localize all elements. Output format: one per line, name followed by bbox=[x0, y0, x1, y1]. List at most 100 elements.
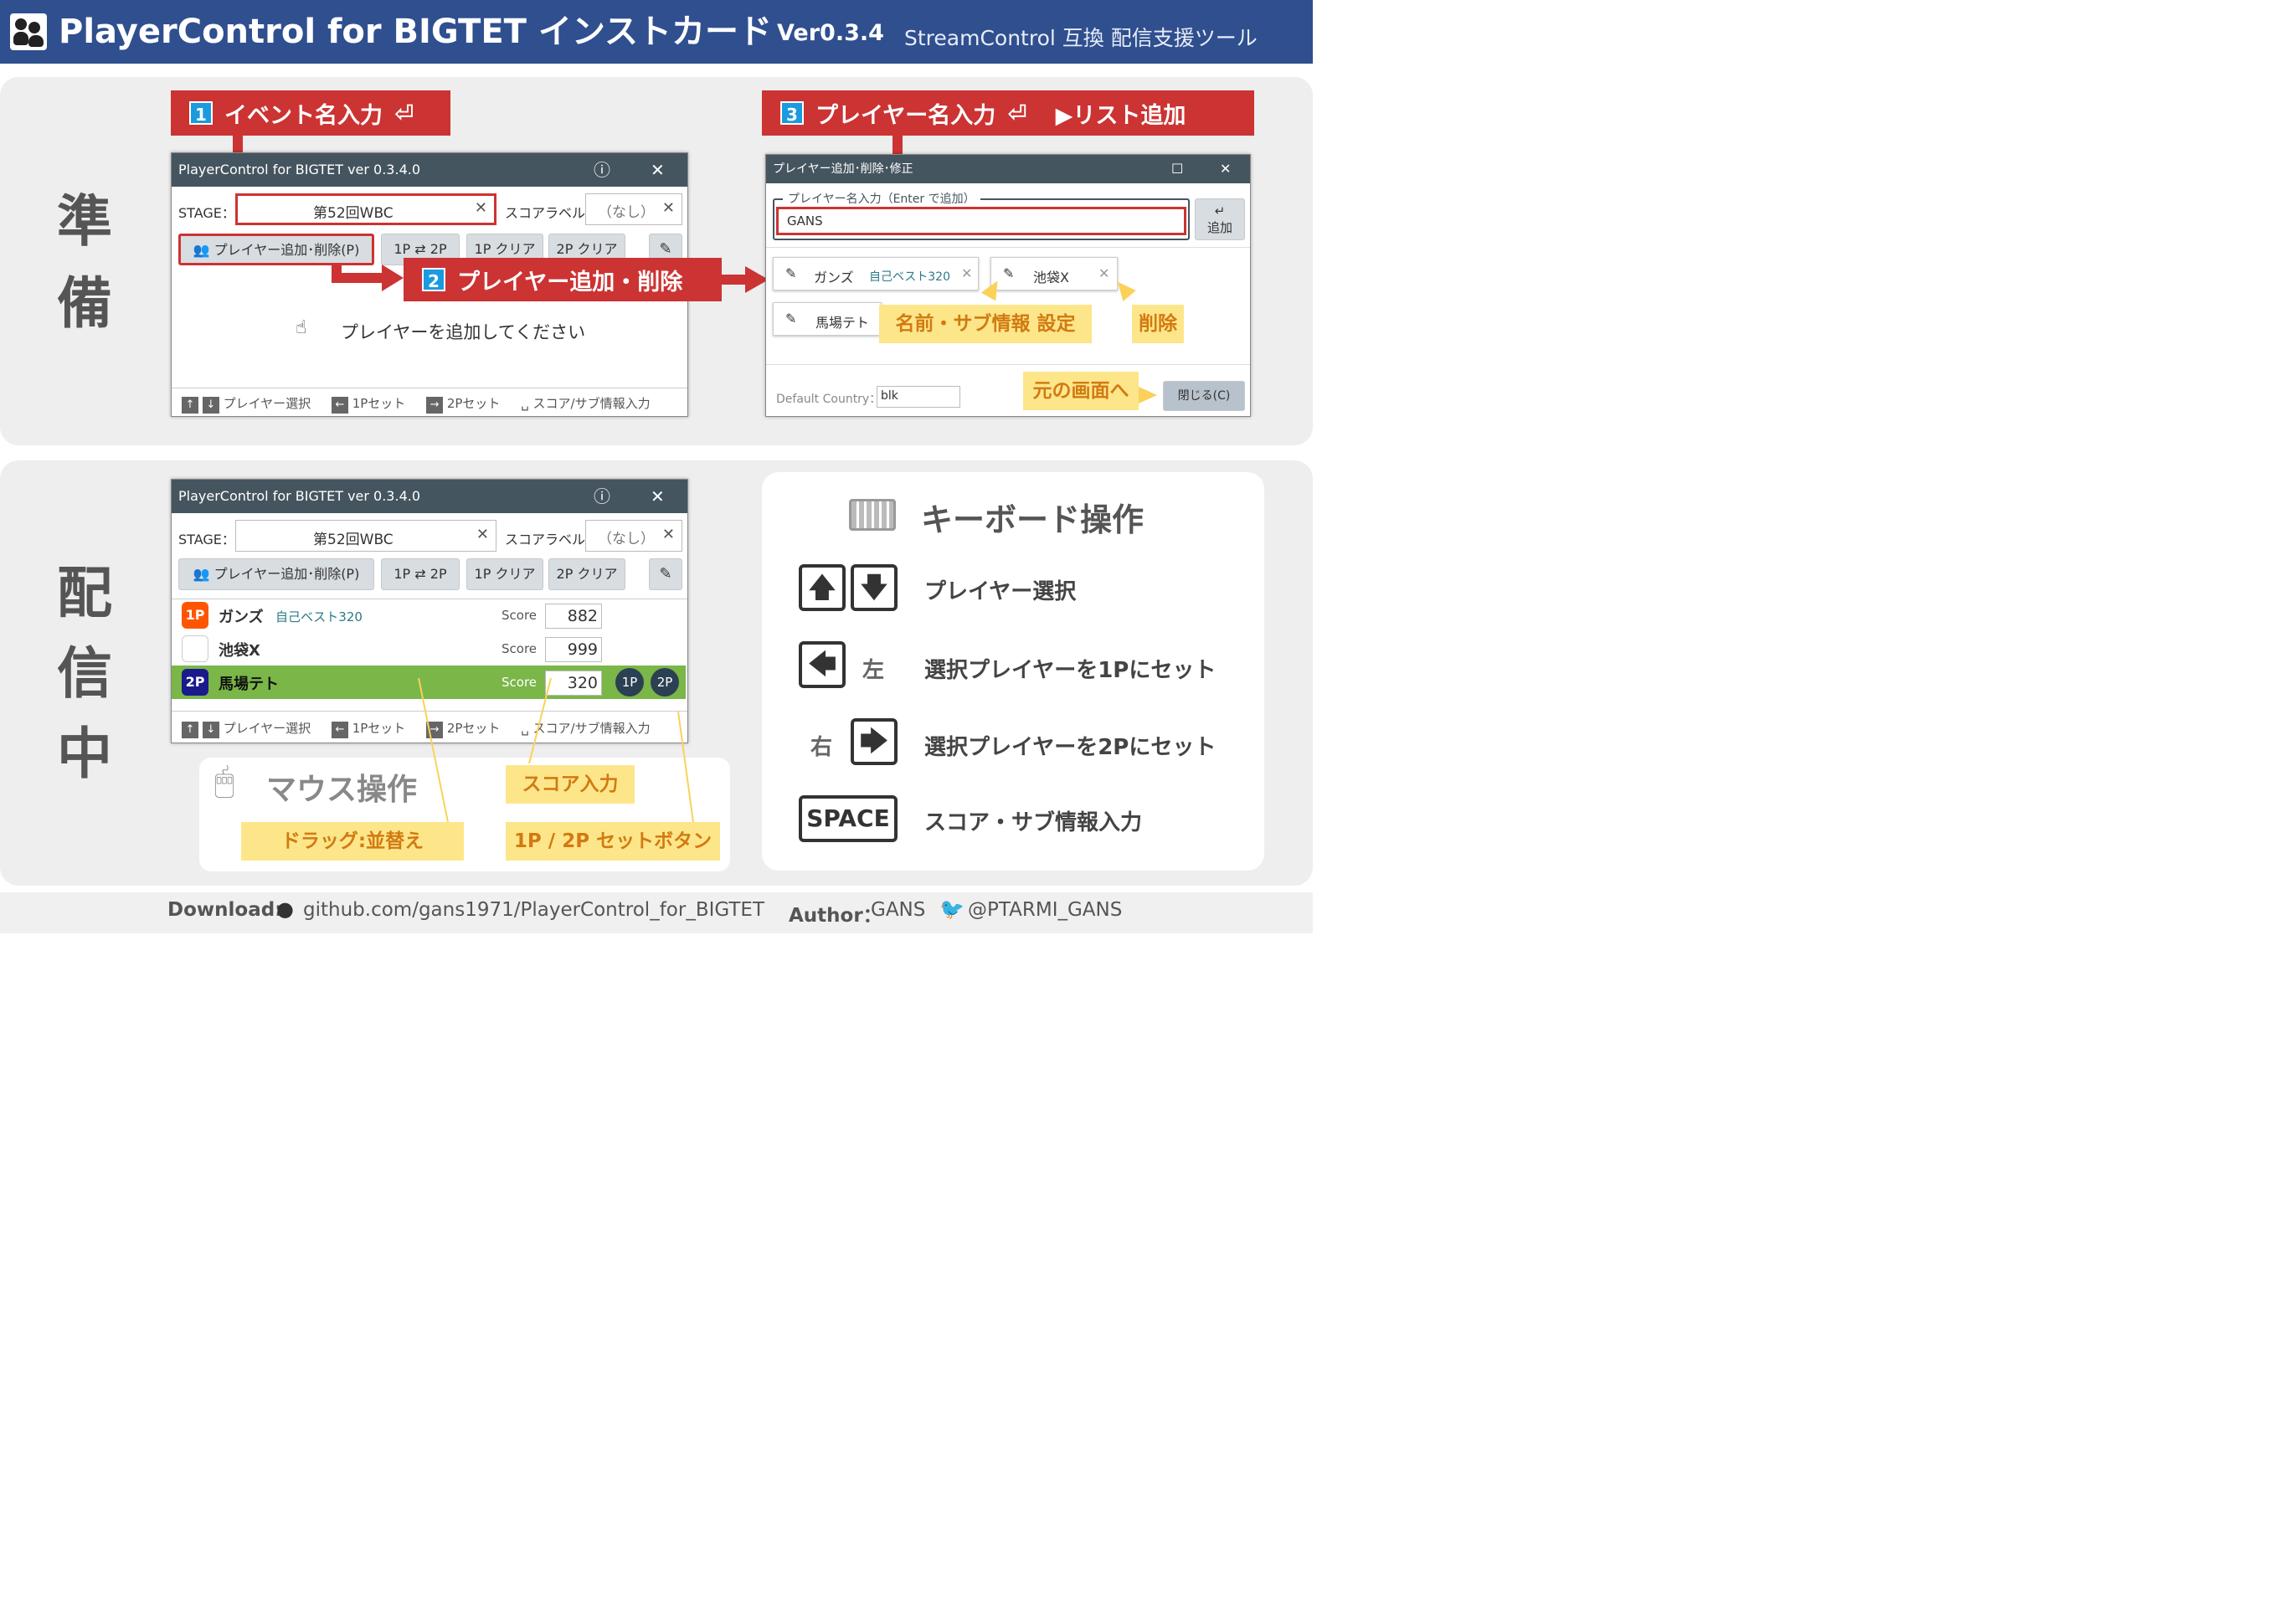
info-icon[interactable]: ⓘ bbox=[594, 153, 610, 187]
stage-value: 第52回WBC bbox=[313, 532, 394, 548]
version-label: Ver0.3.4 bbox=[777, 20, 884, 46]
close-icon[interactable]: ✕ bbox=[651, 153, 665, 187]
enter-key-icon: ⏎ bbox=[1007, 99, 1027, 127]
score-caption: Score bbox=[502, 608, 538, 623]
step2-label: プレイヤー追加・削除 bbox=[457, 269, 683, 296]
page-subtitle: StreamControl 互換 配信支援ツール bbox=[904, 26, 1258, 50]
player-card[interactable]: ✎ 馬場テト bbox=[773, 302, 882, 336]
clear-2p-button[interactable]: 2P クリア bbox=[548, 558, 625, 590]
score-input[interactable]: 882 bbox=[545, 604, 602, 629]
add-remove-player-button[interactable]: 👥 プレイヤー追加･削除(P) bbox=[178, 558, 374, 590]
clear-score-label-icon[interactable]: ✕ bbox=[662, 526, 675, 543]
dialog-titlebar: プレイヤー追加･削除･修正 ☐ ✕ bbox=[766, 155, 1250, 183]
download-label: Download: bbox=[167, 899, 283, 921]
live-label-3: 中 bbox=[57, 722, 112, 786]
pencil-icon[interactable]: ✎ bbox=[1003, 265, 1014, 281]
arrow-left-icon: ← bbox=[331, 397, 348, 414]
stage-input[interactable]: 第52回WBC ✕ bbox=[235, 193, 496, 225]
dialog-divider bbox=[766, 247, 1250, 248]
table-row[interactable]: 池袋X Score 999 bbox=[172, 632, 686, 666]
step1-number: 1 bbox=[189, 101, 213, 125]
name-sub-callout: 名前・サブ情報 設定 bbox=[879, 305, 1092, 343]
save-icon[interactable]: ✎ bbox=[649, 558, 682, 590]
clear-stage-icon[interactable]: ✕ bbox=[476, 526, 489, 543]
step3-extra: ▶リスト追加 bbox=[1055, 102, 1186, 129]
step1-label: イベント名入力 bbox=[224, 102, 383, 129]
player-card[interactable]: ✎ 池袋X ✕ bbox=[990, 257, 1118, 290]
player-card-name: 池袋X bbox=[1033, 270, 1069, 285]
step3-banner: 3 プレイヤー名入力 ⏎ ▶リスト追加 bbox=[762, 90, 1254, 136]
arrow-left-key-icon: 🡄 bbox=[799, 641, 846, 688]
twitter-handle[interactable]: @PTARMI_GANS bbox=[968, 899, 1122, 921]
drag-callout: ドラッグ:並替え bbox=[241, 822, 464, 861]
author-name: GANS bbox=[871, 899, 926, 921]
delete-icon[interactable]: ✕ bbox=[961, 265, 972, 281]
delete-icon[interactable]: ✕ bbox=[1098, 265, 1109, 281]
table-row[interactable]: 1P ガンズ 自己ベスト320 Score 882 bbox=[172, 599, 686, 632]
download-link[interactable]: github.com/gans1971/PlayerControl_for_BI… bbox=[303, 899, 764, 921]
step2-connector-h bbox=[332, 273, 383, 283]
back-callout: 元の画面へ bbox=[1023, 372, 1139, 410]
default-country-input[interactable]: blk bbox=[877, 386, 960, 408]
mouse-panel-title: マウス操作 bbox=[266, 773, 418, 807]
keyboard-panel-title: キーボード操作 bbox=[921, 501, 1145, 538]
window-title: PlayerControl for BIGTET ver 0.3.4.0 bbox=[178, 162, 421, 177]
dialog-title: プレイヤー追加･削除･修正 bbox=[773, 162, 913, 176]
empty-list-message: プレイヤーを追加してください bbox=[341, 322, 586, 342]
player-name: 馬場テト bbox=[219, 676, 279, 693]
player-name: 池袋X bbox=[219, 642, 260, 660]
swap-button[interactable]: 1P ⇄ 2P bbox=[381, 558, 460, 590]
stage-input[interactable]: 第52回WBC ✕ bbox=[235, 520, 496, 552]
player-card-name: 馬場テト bbox=[815, 315, 870, 331]
info-icon[interactable]: ⓘ bbox=[594, 480, 610, 513]
clear-1p-button[interactable]: 1P クリア bbox=[466, 558, 543, 590]
window-title: PlayerControl for BIGTET ver 0.3.4.0 bbox=[178, 488, 421, 504]
clear-stage-icon[interactable]: ✕ bbox=[475, 199, 487, 217]
right-key-label: 右 bbox=[810, 735, 833, 760]
space-description: スコア・サブ情報入力 bbox=[924, 810, 1143, 835]
left-key-label: 左 bbox=[862, 658, 885, 683]
player-name-input[interactable]: GANS bbox=[776, 207, 1186, 235]
step2-banner: 2 プレイヤー追加・削除 bbox=[404, 258, 722, 301]
live-label-1: 配 bbox=[57, 561, 112, 625]
close-icon[interactable]: ✕ bbox=[1220, 155, 1231, 183]
maximize-icon[interactable]: ☐ bbox=[1171, 155, 1183, 183]
author-label: Author： bbox=[789, 905, 882, 927]
player-card[interactable]: ✎ ガンズ 自己ベスト320 ✕ bbox=[773, 257, 979, 290]
close-icon[interactable]: ✕ bbox=[651, 480, 665, 513]
live-label-2: 信 bbox=[57, 641, 112, 706]
page-title: PlayerControl for BIGTET インストカード bbox=[59, 13, 773, 51]
player-tag-empty bbox=[182, 635, 208, 662]
arrow-right-key-icon: 🡆 bbox=[851, 718, 898, 765]
arrow-down-icon: ↓ bbox=[202, 397, 219, 414]
github-icon: ● bbox=[276, 897, 294, 921]
pencil-icon[interactable]: ✎ bbox=[785, 265, 796, 281]
prep-label-2: 備 bbox=[57, 271, 112, 336]
delete-callout: 削除 bbox=[1132, 305, 1184, 343]
keyboard-icon bbox=[849, 499, 896, 531]
up-down-description: プレイヤー選択 bbox=[924, 579, 1077, 604]
score-label-value: （なし） bbox=[598, 531, 655, 547]
hand-pointer-icon: ☝ bbox=[296, 317, 307, 338]
score-label-value: （なし） bbox=[598, 204, 655, 221]
arrow-down-key-icon: 🡇 bbox=[851, 564, 898, 611]
close-dialog-button[interactable]: 閉じる(C) bbox=[1163, 381, 1245, 411]
add-player-button[interactable]: ↵ 追加 bbox=[1195, 198, 1245, 240]
stage-label: STAGE： bbox=[178, 205, 235, 221]
player-tag-1p: 1P bbox=[182, 602, 208, 629]
prep-label-1: 準 bbox=[57, 189, 112, 254]
add-remove-player-button[interactable]: 👥 プレイヤー追加･削除(P) bbox=[178, 234, 374, 265]
users-icon: 👥 bbox=[193, 242, 210, 258]
step3-label: プレイヤー名入力 bbox=[815, 102, 996, 129]
step2-number: 2 bbox=[422, 268, 445, 291]
default-country-label: Default Country： bbox=[776, 393, 882, 406]
score-label-input[interactable]: （なし） ✕ bbox=[585, 520, 682, 552]
score-input[interactable]: 999 bbox=[545, 637, 602, 662]
app-logo-icon bbox=[10, 13, 47, 50]
player-sub: 自己ベスト320 bbox=[275, 609, 363, 624]
pencil-icon[interactable]: ✎ bbox=[785, 311, 796, 326]
clear-score-label-icon[interactable]: ✕ bbox=[662, 199, 675, 217]
player-card-sub: 自己ベスト320 bbox=[869, 270, 951, 284]
score-label-input[interactable]: （なし） ✕ bbox=[585, 193, 682, 225]
step3-number: 3 bbox=[780, 101, 804, 125]
